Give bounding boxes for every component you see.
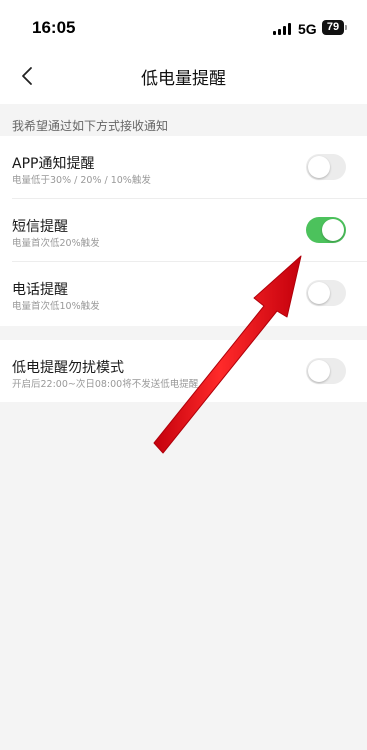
setting-row-dnd: 低电提醒勿扰模式 开启后22:00~次日08:00将不发送低电提醒: [0, 340, 367, 403]
toggle-knob: [322, 219, 344, 241]
dnd-toggle[interactable]: [306, 358, 346, 384]
section-header: 我希望通过如下方式接收通知: [0, 104, 367, 136]
cellular-signal-icon: [273, 23, 293, 35]
setting-title: 电话提醒: [12, 282, 68, 298]
battery-cap: [345, 25, 347, 30]
toggle-knob: [308, 360, 330, 382]
status-time: 16:05: [32, 18, 76, 37]
setting-subtitle: 开启后22:00~次日08:00将不发送低电提醒: [12, 379, 199, 390]
status-bar: 16:05 5G 79: [0, 0, 367, 48]
toggle-knob: [308, 282, 330, 304]
setting-title: 短信提醒: [12, 219, 68, 235]
setting-row-phone-call: 电话提醒 电量首次低10%触发: [0, 262, 367, 325]
setting-row-sms: 短信提醒 电量首次低20%触发: [0, 199, 367, 262]
setting-subtitle: 电量首次低20%触发: [12, 238, 100, 249]
dnd-settings-card: 低电提醒勿扰模式 开启后22:00~次日08:00将不发送低电提醒: [0, 340, 367, 402]
setting-row-app-notification: APP通知提醒 电量低于30% / 20% / 10%触发: [0, 136, 367, 199]
battery-level: 79: [326, 21, 340, 33]
sms-toggle[interactable]: [306, 217, 346, 243]
phone-call-toggle[interactable]: [306, 280, 346, 306]
network-type: 5G: [298, 21, 317, 37]
notification-settings-card: APP通知提醒 电量低于30% / 20% / 10%触发 短信提醒 电量首次低…: [0, 136, 367, 326]
battery-icon: 79: [322, 20, 344, 35]
setting-subtitle: 电量首次低10%触发: [12, 301, 100, 312]
setting-title: APP通知提醒: [12, 156, 95, 172]
setting-subtitle: 电量低于30% / 20% / 10%触发: [12, 175, 151, 186]
nav-bar: 低电量提醒: [0, 48, 367, 104]
setting-title: 低电提醒勿扰模式: [12, 360, 124, 376]
section-header-label: 我希望通过如下方式接收通知: [12, 119, 169, 133]
app-notification-toggle[interactable]: [306, 154, 346, 180]
toggle-knob: [308, 156, 330, 178]
page-title: 低电量提醒: [141, 69, 226, 89]
